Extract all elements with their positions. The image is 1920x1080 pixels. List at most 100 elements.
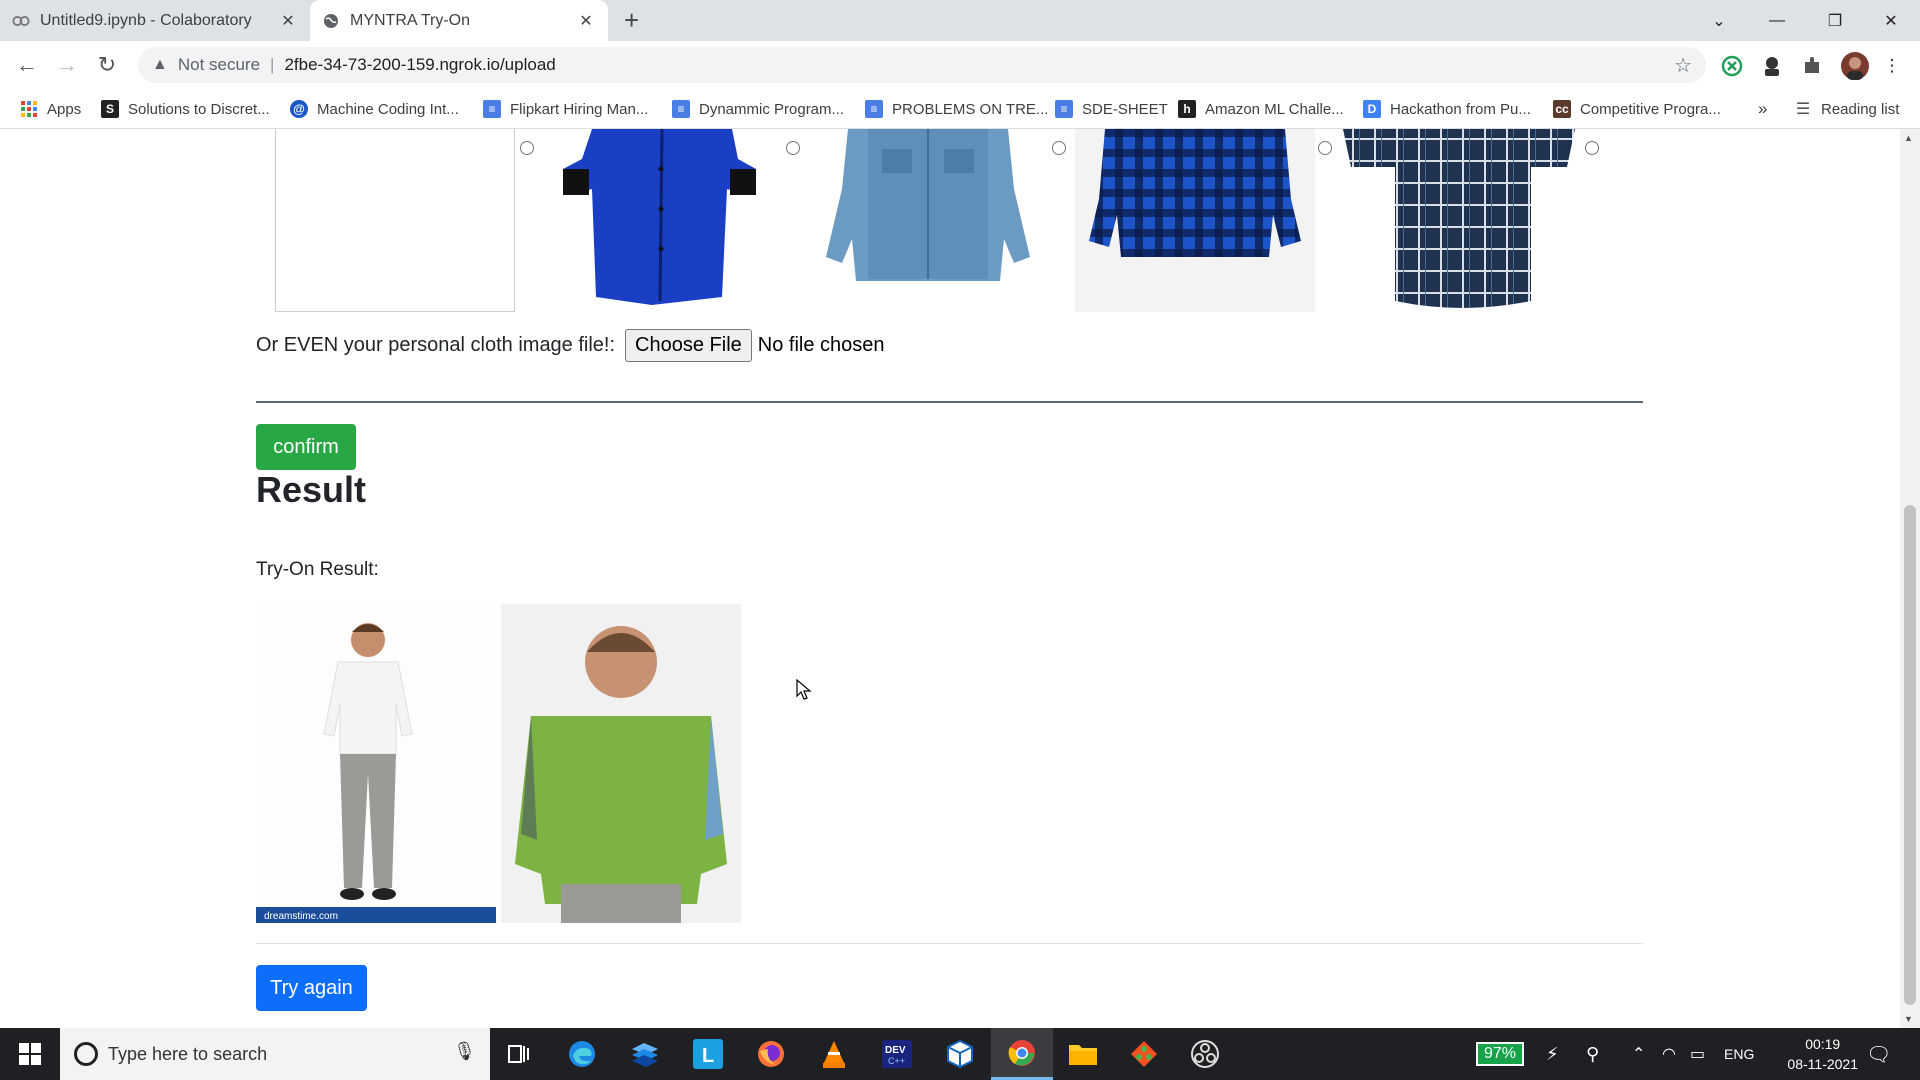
cloth-image-navy-plaid-shirt[interactable] (1343, 129, 1583, 312)
doc-icon: ≡ (672, 100, 690, 118)
incognito-extension-icon[interactable] (1760, 54, 1784, 78)
clock-time: 00:19 (1805, 1036, 1841, 1052)
forward-icon[interactable]: → (54, 52, 80, 78)
cloth-radio-4[interactable] (1318, 141, 1332, 155)
file-app-icon[interactable] (616, 1028, 674, 1080)
reading-list-label: Reading list (1821, 100, 1900, 118)
edge-icon[interactable] (553, 1028, 611, 1080)
windows-taskbar: Type here to search 🎙 L DEV C++ 97% ⚡ ⚲ ⌃… (0, 1028, 1920, 1080)
reload-icon[interactable]: ↻ (94, 52, 120, 78)
tray-chevron-up-icon[interactable]: ⌃ (1632, 1028, 1645, 1080)
virtualbox-icon[interactable] (931, 1028, 989, 1080)
scroll-up-icon[interactable]: ▲ (1904, 133, 1913, 143)
reading-list-button[interactable]: ☰ Reading list (1794, 89, 1900, 129)
bookmark-label: SDE-SHEET (1082, 100, 1168, 118)
url-text[interactable]: 2fbe-34-73-200-159.ngrok.io/upload (284, 55, 555, 75)
scroll-down-icon[interactable]: ▼ (1904, 1014, 1913, 1024)
extension-x-icon[interactable] (1720, 54, 1744, 78)
system-clock[interactable]: 00:19 08-11-2021 (1787, 1034, 1858, 1074)
task-view-icon[interactable] (490, 1028, 548, 1080)
reading-list-icon: ☰ (1795, 101, 1811, 118)
bookmarks-overflow-icon[interactable]: » (1758, 89, 1767, 129)
bookmark-label: PROBLEMS ON TRE... (892, 100, 1049, 118)
cloth-radio-5[interactable] (1585, 141, 1599, 155)
new-tab-icon[interactable]: + (624, 7, 639, 33)
svg-text:L: L (702, 1045, 714, 1067)
back-icon[interactable]: ← (14, 52, 40, 78)
cloth-image-blue-shirt[interactable] (542, 129, 782, 312)
taskbar-search[interactable]: Type here to search 🎙 (60, 1028, 490, 1080)
notification-icon[interactable]: 🗨 (1866, 1028, 1891, 1080)
restore-icon[interactable]: ❐ (1806, 0, 1864, 41)
extensions-puzzle-icon[interactable] (1800, 54, 1824, 78)
try-again-button[interactable]: Try again (256, 965, 367, 1011)
tab-search-chevron-icon[interactable]: ⌄ (1690, 0, 1748, 41)
chrome-icon[interactable] (991, 1028, 1053, 1080)
svg-text:C++: C++ (888, 1056, 905, 1066)
confirm-button[interactable]: confirm (256, 424, 356, 470)
microphone-icon[interactable]: 🎙 (453, 1041, 476, 1062)
l-app-icon[interactable]: L (679, 1028, 737, 1080)
profile-avatar[interactable] (1840, 51, 1870, 81)
tab-colab[interactable]: Untitled9.ipynb - Colaboratory ✕ (0, 0, 310, 41)
more-menu-icon[interactable]: ⋮ (1880, 54, 1904, 78)
cloth-placeholder-box[interactable] (275, 129, 515, 312)
tab-close-icon[interactable]: ✕ (576, 11, 596, 31)
minimize-icon[interactable]: — (1748, 0, 1806, 41)
cloth-radio-3[interactable] (1052, 141, 1066, 155)
vlc-icon[interactable] (805, 1028, 863, 1080)
doc-icon: ≡ (865, 100, 883, 118)
bookmark-item[interactable]: cc Competitive Progra... (1553, 89, 1721, 129)
bookmark-label: Hackathon from Pu... (1390, 100, 1531, 118)
tab-strip: Untitled9.ipynb - Colaboratory ✕ MYNTRA … (0, 0, 1920, 41)
windows-start-icon[interactable] (0, 1028, 60, 1080)
bookmark-item[interactable]: ≡ PROBLEMS ON TRE... (865, 89, 1048, 129)
bookmark-star-icon[interactable]: ☆ (1674, 53, 1692, 78)
page-scrollbar[interactable]: ▲ ▼ (1900, 129, 1920, 1028)
devc-icon[interactable]: DEV C++ (868, 1028, 926, 1080)
plug-icon[interactable]: ⚡ (1546, 1028, 1559, 1080)
tryon-result-label: Try-On Result: (256, 559, 379, 580)
firefox-icon[interactable] (742, 1028, 800, 1080)
close-window-icon[interactable]: ✕ (1862, 0, 1920, 41)
battery-indicator[interactable]: 97% (1476, 1028, 1525, 1080)
wifi-icon[interactable]: ◠ (1662, 1028, 1676, 1080)
cloth-radio-2[interactable] (786, 141, 800, 155)
bookmark-item[interactable]: ≡ Dynammic Program... (672, 89, 844, 129)
doc-icon: ≡ (1055, 100, 1073, 118)
choose-file-button[interactable]: Choose File (625, 329, 752, 362)
cloth-image-denim-shirt[interactable] (808, 129, 1048, 312)
bookmarks-bar: Apps S Solutions to Discret... @ Machine… (0, 89, 1920, 129)
address-bar[interactable]: ▲ Not secure | 2fbe-34-73-200-159.ngrok.… (138, 47, 1706, 83)
bookmark-item[interactable]: ≡ Flipkart Hiring Man... (483, 89, 648, 129)
clock-date: 08-11-2021 (1787, 1056, 1858, 1072)
bookmark-item[interactable]: h Amazon ML Challe... (1178, 89, 1344, 129)
bookmark-label: Amazon ML Challe... (1205, 100, 1344, 118)
bookmark-label: Apps (47, 100, 82, 118)
cortana-icon (74, 1042, 98, 1066)
scrollbar-thumb[interactable] (1904, 505, 1916, 1005)
security-label[interactable]: Not secure (178, 55, 260, 75)
obs-icon[interactable] (1176, 1028, 1234, 1080)
git-kraken-icon[interactable] (1115, 1028, 1173, 1080)
cloth-radio-1[interactable] (520, 141, 534, 155)
address-divider: | (270, 55, 275, 74)
file-explorer-icon[interactable] (1054, 1028, 1112, 1080)
tab-close-icon[interactable]: ✕ (278, 11, 298, 31)
bookmark-label: Machine Coding Int... (317, 100, 459, 118)
battery-icon[interactable]: ▭ (1690, 1028, 1705, 1080)
bookmark-item[interactable]: @ Machine Coding Int... (290, 89, 459, 129)
tab-myntra[interactable]: MYNTRA Try-On ✕ (310, 0, 608, 41)
bookmark-item[interactable]: S Solutions to Discret... (101, 89, 270, 129)
language-indicator[interactable]: ENG (1724, 1028, 1754, 1080)
page-content: Or EVEN your personal cloth image file!:… (0, 129, 1900, 1028)
bookmark-label: Dynammic Program... (699, 100, 845, 118)
people-icon[interactable]: ⚲ (1586, 1028, 1599, 1080)
bookmark-apps[interactable]: Apps (20, 89, 81, 129)
cloth-image-plaid-shirt[interactable] (1075, 129, 1315, 312)
file-upload-row: Or EVEN your personal cloth image file!:… (256, 329, 885, 362)
bookmark-item[interactable]: ≡ SDE-SHEET (1055, 89, 1168, 129)
result-heading: Result (256, 469, 367, 510)
bookmark-item[interactable]: D Hackathon from Pu... (1363, 89, 1531, 129)
warning-icon[interactable]: ▲ (152, 56, 168, 74)
